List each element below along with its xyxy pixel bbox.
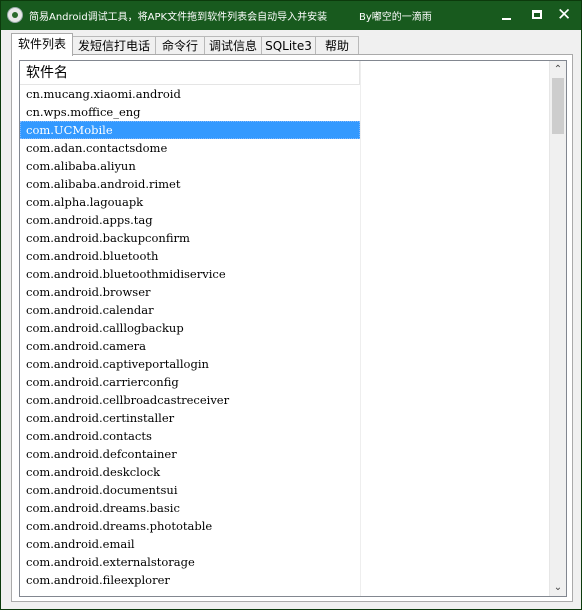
list-item[interactable]: com.adan.contactsdome — [20, 139, 360, 157]
tab-sms-call[interactable]: 发短信打电话 — [72, 36, 156, 55]
list-item[interactable]: com.android.bluetoothmidiservice — [20, 265, 360, 283]
window-title: 简易Android调试工具，将APK文件拖到软件列表会自动导入并安装 — [29, 12, 328, 23]
list-item[interactable]: com.android.camera — [20, 337, 360, 355]
tab-help[interactable]: 帮助 — [315, 36, 359, 55]
maximize-icon[interactable] — [532, 10, 542, 19]
list-item[interactable]: com.UCMobile — [20, 121, 360, 139]
list-item[interactable]: com.android.dreams.phototable — [20, 517, 360, 535]
window-author: By嘟空的一滴雨 — [359, 12, 432, 23]
list-item[interactable]: com.alibaba.android.rimet — [20, 175, 360, 193]
list-item[interactable]: com.android.captiveportallogin — [20, 355, 360, 373]
scroll-up-icon[interactable]: ⌃ — [550, 61, 566, 78]
scroll-thumb[interactable] — [552, 78, 564, 134]
list-item[interactable]: cn.wps.moffice_eng — [20, 103, 360, 121]
list-item[interactable]: com.android.defcontainer — [20, 445, 360, 463]
vertical-scrollbar[interactable]: ⌃ ⌄ — [549, 61, 566, 596]
list-rows: cn.mucang.xiaomi.android cn.wps.moffice_e… — [20, 85, 553, 589]
list-item[interactable]: com.alpha.lagouapk — [20, 193, 360, 211]
list-item[interactable]: com.android.bluetooth — [20, 247, 360, 265]
tab-command-line[interactable]: 命令行 — [155, 36, 205, 55]
software-list-view[interactable]: 软件名 cn.mucang.xiaomi.android cn.wps.moffi… — [19, 60, 567, 597]
column-header-software-name[interactable]: 软件名 — [20, 61, 360, 85]
tab-software-list[interactable]: 软件列表 — [11, 33, 73, 56]
list-item[interactable]: com.android.externalstorage — [20, 553, 360, 571]
tab-debug-info[interactable]: 调试信息 — [204, 36, 262, 55]
list-item[interactable]: com.android.backupconfirm — [20, 229, 360, 247]
scroll-down-icon[interactable]: ⌄ — [550, 579, 566, 596]
list-item[interactable]: com.alibaba.aliyun — [20, 157, 360, 175]
app-window: 简易Android调试工具，将APK文件拖到软件列表会自动导入并安装 By嘟空的… — [0, 0, 582, 610]
close-icon[interactable]: ✕ — [557, 5, 571, 25]
list-item[interactable]: com.android.documentsui — [20, 481, 360, 499]
tab-panel-software-list: 软件名 cn.mucang.xiaomi.android cn.wps.moffi… — [11, 54, 573, 602]
list-item[interactable]: com.android.cellbroadcastreceiver — [20, 391, 360, 409]
list-item[interactable]: com.android.certinstaller — [20, 409, 360, 427]
list-item[interactable]: com.android.contacts — [20, 427, 360, 445]
app-logo-icon[interactable] — [7, 7, 23, 23]
list-item[interactable]: com.android.email — [20, 535, 360, 553]
minimize-icon[interactable] — [502, 18, 511, 20]
list-item[interactable]: com.android.carrierconfig — [20, 373, 360, 391]
list-item[interactable]: com.android.deskclock — [20, 463, 360, 481]
list-item[interactable]: com.android.calllogbackup — [20, 319, 360, 337]
list-item[interactable]: com.android.dreams.basic — [20, 499, 360, 517]
list-item[interactable]: com.android.calendar — [20, 301, 360, 319]
tab-sqlite3[interactable]: SQLite3 — [261, 36, 316, 55]
tab-strip: 软件列表 发短信打电话 命令行 调试信息 SQLite3 帮助 — [11, 33, 571, 56]
list-item[interactable]: com.android.fileexplorer — [20, 571, 360, 589]
list-item[interactable]: com.android.browser — [20, 283, 360, 301]
title-bar[interactable]: 简易Android调试工具，将APK文件拖到软件列表会自动导入并安装 By嘟空的… — [1, 1, 581, 30]
list-item[interactable]: com.android.apps.tag — [20, 211, 360, 229]
list-item[interactable]: cn.mucang.xiaomi.android — [20, 85, 360, 103]
